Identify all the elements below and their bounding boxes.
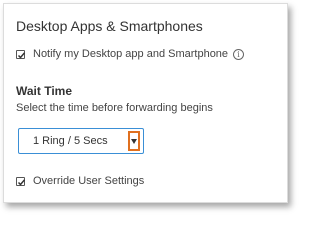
wait-time-helper: Select the time before forwarding begins <box>16 102 213 114</box>
override-row[interactable]: Override User Settings <box>16 175 144 187</box>
wait-time-selected-value: 1 Ring / 5 Secs <box>33 135 108 147</box>
info-icon[interactable]: i <box>233 48 245 60</box>
notify-label: Notify my Desktop app and Smartphone <box>33 48 229 60</box>
override-checkbox[interactable] <box>16 176 26 186</box>
checkmark-icon <box>17 178 26 186</box>
wait-time-label: Wait Time <box>16 84 73 98</box>
checkmark-icon <box>17 51 26 59</box>
section-title: Desktop Apps & Smartphones <box>16 18 203 34</box>
settings-panel: Desktop Apps & Smartphones Notify my Des… <box>3 3 288 203</box>
notify-row[interactable]: Notify my Desktop app and Smartphone i <box>16 48 245 60</box>
caret-down-icon <box>131 139 137 144</box>
dropdown-arrow-button[interactable] <box>128 131 140 151</box>
wait-time-select[interactable]: 1 Ring / 5 Secs <box>18 128 144 154</box>
override-label: Override User Settings <box>33 175 145 187</box>
notify-checkbox[interactable] <box>16 49 26 59</box>
